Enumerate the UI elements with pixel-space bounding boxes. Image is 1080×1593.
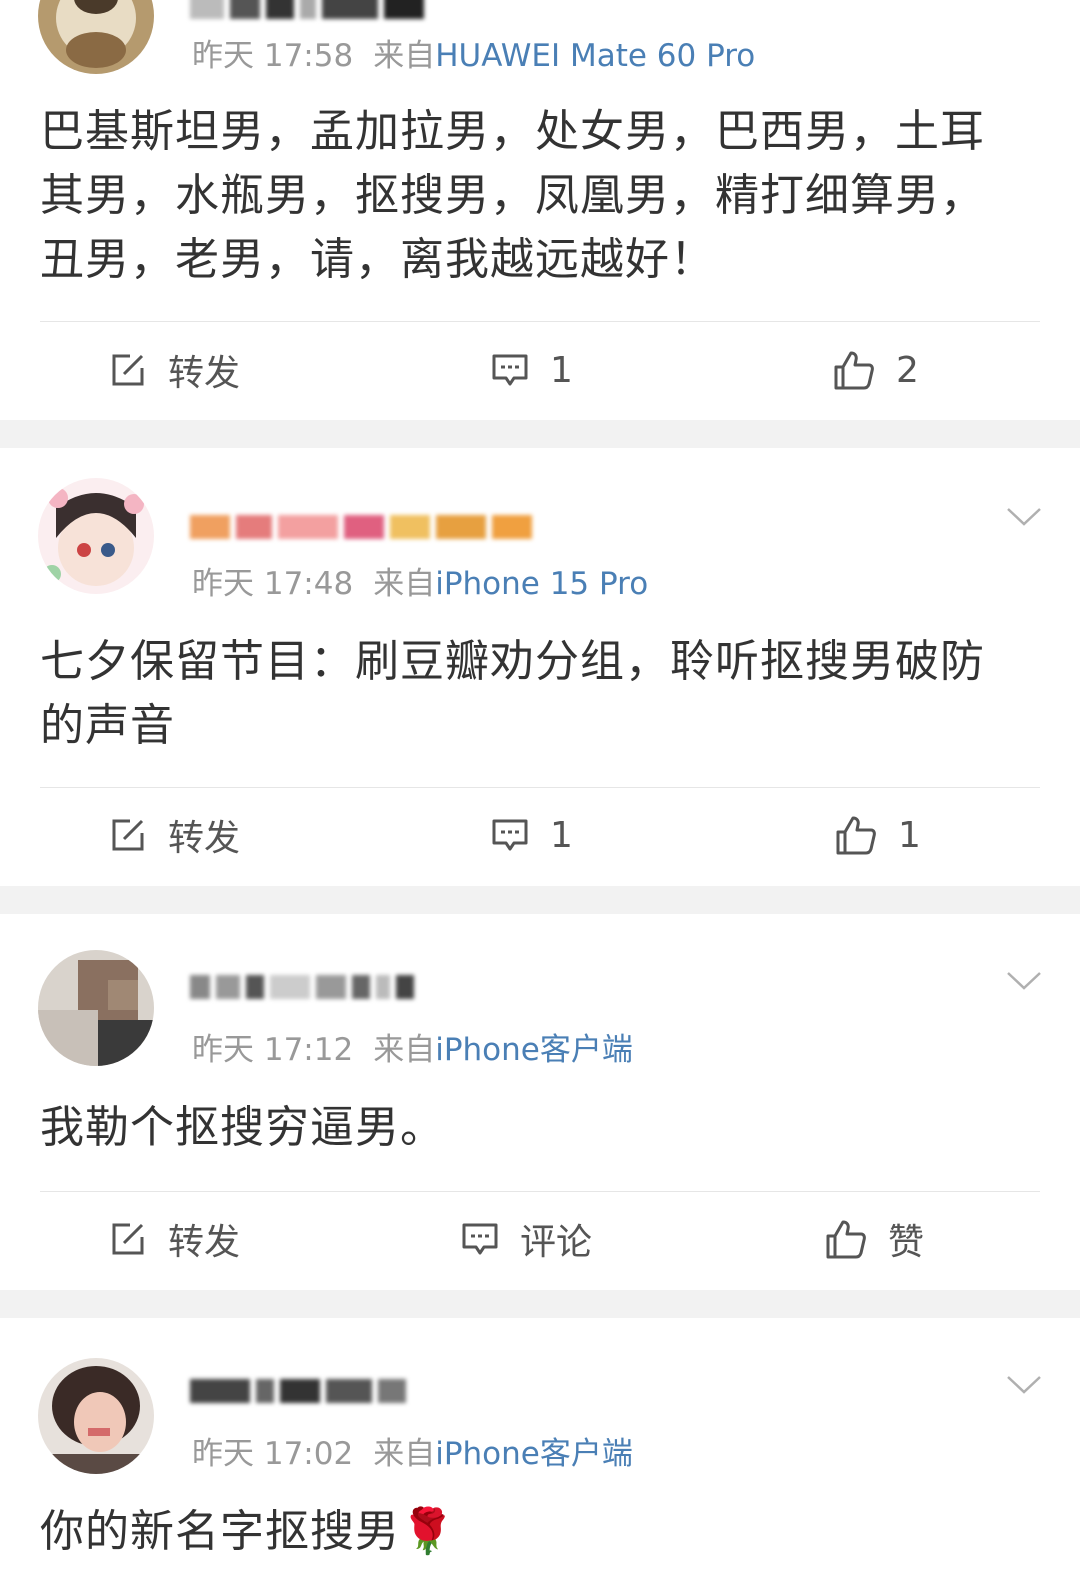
post-text: 我勒个抠搜穷逼男。 bbox=[40, 1102, 445, 1153]
divider bbox=[40, 321, 1040, 322]
comment-icon bbox=[460, 1219, 500, 1259]
post-text: 巴基斯坦男，孟加拉男，处女男，巴西男，土耳其男，水瓶男，抠搜男，凤凰男，精打细算… bbox=[40, 106, 985, 285]
chevron-down-icon[interactable] bbox=[1006, 1374, 1042, 1396]
chevron-down-icon[interactable] bbox=[1006, 506, 1042, 528]
username-blurred[interactable] bbox=[190, 1376, 406, 1406]
post-item: 昨天 17:12 来自iPhone客户端 我勒个抠搜穷逼男。 转发 评论 赞 bbox=[0, 914, 1080, 1290]
username-blurred[interactable] bbox=[190, 972, 414, 1002]
post-meta: 昨天 17:48 来自iPhone 15 Pro bbox=[192, 564, 648, 604]
divider bbox=[40, 1191, 1040, 1192]
device-link[interactable]: HUAWEI Mate 60 Pro bbox=[435, 38, 755, 74]
thumbs-up-icon bbox=[834, 813, 878, 857]
like-button[interactable]: 赞 bbox=[824, 1204, 924, 1274]
repost-label: 转发 bbox=[168, 353, 241, 394]
post-separator bbox=[0, 420, 1080, 448]
device-link[interactable]: iPhone客户端 bbox=[435, 1436, 633, 1472]
from-label: 来自 bbox=[373, 566, 436, 602]
device-link[interactable]: iPhone客户端 bbox=[435, 1032, 633, 1068]
like-button[interactable]: 1 bbox=[834, 800, 921, 870]
comment-count: 1 bbox=[550, 814, 573, 856]
repost-label: 转发 bbox=[168, 1222, 241, 1263]
post-item: 昨天 17:48 来自iPhone 15 Pro 七夕保留节目：刷豆瓣劝分组，聆听… bbox=[0, 448, 1080, 988]
post-separator bbox=[0, 886, 1080, 914]
avatar[interactable] bbox=[38, 478, 154, 594]
username-blurred[interactable] bbox=[190, 0, 424, 22]
post-meta: 昨天 17:58 来自HUAWEI Mate 60 Pro bbox=[192, 36, 755, 76]
like-count: 2 bbox=[896, 349, 919, 391]
repost-button[interactable]: 转发 bbox=[108, 335, 240, 405]
from-label: 来自 bbox=[373, 1436, 436, 1472]
avatar[interactable] bbox=[38, 0, 154, 74]
post-time: 昨天 17:48 bbox=[192, 566, 354, 602]
like-count: 1 bbox=[898, 814, 921, 856]
post-text: 你的新名字抠搜男🌹 bbox=[40, 1506, 456, 1557]
comment-feed: 昨天 17:58 来自HUAWEI Mate 60 Pro 巴基斯坦男，孟加拉男，… bbox=[0, 0, 1080, 1593]
post-time: 昨天 17:58 bbox=[192, 38, 354, 74]
repost-icon bbox=[108, 1219, 148, 1259]
comment-button[interactable]: 1 bbox=[490, 335, 573, 405]
thumbs-up-icon bbox=[824, 1217, 868, 1261]
comment-button[interactable]: 评论 bbox=[460, 1204, 592, 1274]
avatar[interactable] bbox=[38, 950, 154, 1066]
post-item: 昨天 17:02 来自iPhone客户端 你的新名字抠搜男🌹 bbox=[0, 1318, 1080, 1593]
repost-icon bbox=[108, 815, 148, 855]
post-time: 昨天 17:12 bbox=[192, 1032, 354, 1068]
post-time: 昨天 17:02 bbox=[192, 1436, 354, 1472]
comment-icon bbox=[490, 350, 530, 390]
username-blurred[interactable] bbox=[190, 512, 532, 542]
repost-button[interactable]: 转发 bbox=[108, 1204, 240, 1274]
device-link[interactable]: iPhone 15 Pro bbox=[435, 566, 648, 602]
repost-icon bbox=[108, 350, 148, 390]
chevron-down-icon[interactable] bbox=[1006, 970, 1042, 992]
post-item: 昨天 17:58 来自HUAWEI Mate 60 Pro 巴基斯坦男，孟加拉男，… bbox=[0, 0, 1080, 420]
repost-label: 转发 bbox=[168, 818, 241, 859]
comment-count: 1 bbox=[550, 349, 573, 391]
comment-button[interactable]: 1 bbox=[490, 800, 573, 870]
from-label: 来自 bbox=[373, 1032, 436, 1068]
post-separator bbox=[0, 1290, 1080, 1318]
divider bbox=[40, 787, 1040, 788]
post-text: 七夕保留节目：刷豆瓣劝分组，聆听抠搜男破防的声音 bbox=[40, 636, 985, 751]
action-bar: 转发 1 1 bbox=[0, 800, 1080, 870]
action-bar: 转发 评论 赞 bbox=[0, 1204, 1080, 1274]
thumbs-up-icon bbox=[832, 348, 876, 392]
from-label: 来自 bbox=[373, 38, 436, 74]
action-bar: 转发 1 2 bbox=[0, 335, 1080, 405]
comment-label: 评论 bbox=[520, 1222, 593, 1263]
repost-button[interactable]: 转发 bbox=[108, 800, 240, 870]
like-label: 赞 bbox=[888, 1222, 925, 1263]
comment-icon bbox=[490, 815, 530, 855]
like-button[interactable]: 2 bbox=[832, 335, 919, 405]
post-meta: 昨天 17:02 来自iPhone客户端 bbox=[192, 1434, 633, 1474]
post-meta: 昨天 17:12 来自iPhone客户端 bbox=[192, 1030, 633, 1070]
avatar[interactable] bbox=[38, 1358, 154, 1474]
